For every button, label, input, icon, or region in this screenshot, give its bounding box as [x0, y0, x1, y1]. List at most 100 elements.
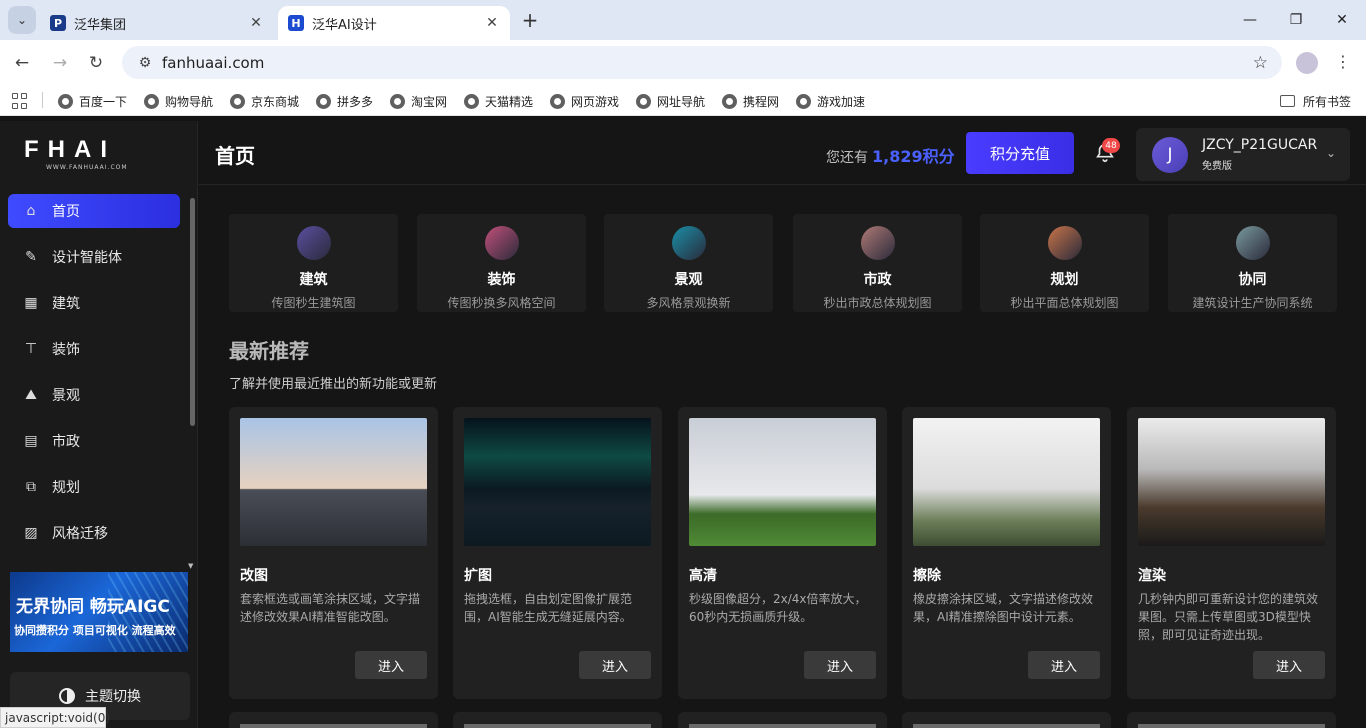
category-tile[interactable]: 规划 秒出平面总体规划图 [980, 214, 1149, 312]
browser-tab-fanhua-ai[interactable]: H 泛华AI设计 ✕ [278, 6, 510, 40]
feature-card[interactable]: 擦除 橡皮擦涂抹区域，文字描述修改效果，AI精准擦除图中设计元素。 进入 [902, 407, 1111, 699]
bookmark-item[interactable]: 京东商城 [230, 90, 299, 112]
enter-button[interactable]: 进入 [1253, 651, 1325, 679]
fhai-logo[interactable]: FHAI WWW.FANHUAAI.COM [24, 138, 148, 172]
all-bookmarks-button[interactable]: 所有书签 [1280, 90, 1351, 112]
url-text[interactable]: fanhuaai.com [162, 54, 264, 72]
sidebar-item-home[interactable]: ⌂ 首页 [8, 194, 180, 228]
bookmark-item[interactable]: 淘宝网 [390, 90, 447, 112]
profile-avatar-icon[interactable] [1296, 52, 1318, 74]
plan-label: 免费版 [1202, 161, 1232, 172]
sidebar-item-label: 市政 [52, 434, 80, 450]
sidebar-item-architecture[interactable]: ▦ 建筑 [8, 286, 180, 320]
theme-contrast-icon [59, 688, 75, 704]
bookmark-label: 网址导航 [657, 94, 706, 109]
globe-icon [390, 93, 405, 109]
sidebar-item-label: 建筑 [52, 296, 80, 312]
category-desc: 多风格景观换新 [646, 296, 731, 310]
feature-card[interactable]: 渲染 几秒钟内即可重新设计您的建筑效果图。只需上传草图或3D模型快照，即可见证奇迹… [1127, 407, 1336, 699]
sidebar-item-planning[interactable]: ⧉ 规划 [8, 470, 180, 504]
recharge-credits-button[interactable]: 积分充值 [966, 132, 1074, 174]
close-tab-icon[interactable]: ✕ [484, 15, 500, 31]
status-bar-url: javascript:void(0) [0, 707, 110, 728]
folder-icon [1280, 95, 1295, 107]
bookmark-item[interactable]: 拼多多 [316, 90, 373, 112]
home-icon: ⌂ [26, 203, 36, 219]
feature-card[interactable]: 改图套索框选或画笔涂抹区域，文字描述修改效果AI精准智能改图。进入 [229, 407, 438, 699]
category-tile[interactable]: 景观 多风格景观换新 [604, 214, 773, 312]
apps-grid-icon[interactable] [12, 93, 28, 109]
category-icon [296, 226, 331, 260]
sidebar-item-landscape[interactable]: ⛰ 景观 [8, 378, 180, 412]
forward-arrow-icon[interactable]: → [48, 51, 72, 75]
bookmark-item[interactable]: 百度一下 [58, 90, 127, 112]
close-window-icon[interactable]: ✕ [1330, 8, 1354, 32]
category-icon [484, 226, 519, 260]
user-menu[interactable]: J JZCY_P21GUCAR 免费版 ⌄ [1136, 128, 1350, 181]
enter-button[interactable]: 进入 [355, 651, 427, 679]
next-row-card[interactable] [229, 712, 438, 728]
bookmarks-divider [42, 92, 43, 108]
page-title: 首页 [215, 144, 255, 168]
category-tile[interactable]: 市政 秒出市政总体规划图 [793, 214, 962, 312]
category-tile[interactable]: 协同 建筑设计生产协同系统 [1168, 214, 1337, 312]
credits-value: 1,829积分 [872, 147, 955, 166]
feature-preview-image [240, 418, 427, 546]
sidebar-item-design-agent[interactable]: ✎ 设计智能体 [8, 240, 180, 274]
reload-icon[interactable]: ↻ [84, 51, 108, 75]
sidebar-item-municipal[interactable]: ▤ 市政 [8, 424, 180, 458]
sidebar-item-decoration[interactable]: ⊤ 装饰 [8, 332, 180, 366]
new-tab-button[interactable]: + [518, 8, 542, 32]
credits-balance: 您还有 1,829积分 [826, 143, 955, 167]
category-tile[interactable]: 建筑 传图秒生建筑图 [229, 214, 398, 312]
browser-menu-icon[interactable]: ⋮ [1334, 52, 1352, 74]
theme-toggle-label: 主题切换 [85, 689, 141, 705]
category-tile[interactable]: 装饰 传图秒换多风格空间 [417, 214, 586, 312]
category-icon [1047, 226, 1082, 260]
next-row-card[interactable] [902, 712, 1111, 728]
edit-doc-icon: ✎ [25, 249, 37, 265]
globe-icon [58, 93, 73, 109]
sidebar-scrollbar-thumb[interactable] [190, 198, 195, 426]
feature-preview-image [689, 418, 876, 546]
site-settings-icon[interactable]: ⚙ [132, 55, 158, 71]
enter-button[interactable]: 进入 [579, 651, 651, 679]
category-desc: 秒出市政总体规划图 [823, 296, 932, 310]
feature-desc: 套索框选或画笔涂抹区域，文字描述修改效果AI精准智能改图。 [240, 592, 421, 624]
restore-window-icon[interactable]: ❐ [1284, 8, 1308, 32]
feature-card[interactable]: 高清 秒级图像超分，2x/4x倍率放大，60秒内无损画质升级。 进入 [678, 407, 887, 699]
bookmark-star-icon[interactable]: ☆ [1253, 53, 1268, 73]
bookmark-item[interactable]: 网页游戏 [550, 90, 619, 112]
close-tab-icon[interactable]: ✕ [248, 15, 264, 31]
bookmark-item[interactable]: 携程网 [722, 90, 779, 112]
promo-banner[interactable]: 无界协同 畅玩AIGC 协同攒积分 项目可视化 流程高效 [10, 572, 188, 652]
logo-text: FHAI [24, 136, 116, 163]
next-row-card[interactable] [453, 712, 662, 728]
feature-title: 改图 [240, 568, 268, 584]
category-name: 建筑 [299, 272, 328, 288]
bookmark-item[interactable]: 游戏加速 [796, 90, 865, 112]
scroll-down-arrow-icon[interactable]: ▼ [188, 562, 196, 570]
bookmark-label: 携程网 [743, 94, 780, 109]
bookmark-label: 京东商城 [251, 94, 300, 109]
tab-search-button[interactable]: ⌄ [8, 6, 36, 34]
bookmark-item[interactable]: 网址导航 [636, 90, 705, 112]
bookmark-item[interactable]: 天猫精选 [464, 90, 533, 112]
category-desc: 传图秒生建筑图 [271, 296, 356, 310]
category-name: 协同 [1238, 272, 1267, 288]
back-arrow-icon[interactable]: ← [10, 51, 34, 75]
bookmark-item[interactable]: 购物导航 [144, 90, 213, 112]
next-row-card[interactable] [678, 712, 887, 728]
feature-card[interactable]: 扩图 拖拽选框，自由划定图像扩展范围，AI智能生成无缝延展内容。 进入 [453, 407, 662, 699]
enter-button[interactable]: 进入 [804, 651, 876, 679]
feature-desc: 几秒钟内即可重新设计您的建筑效果图。只需上传草图或3D模型快照，即可见证奇迹出现… [1138, 592, 1319, 642]
bookmark-label: 拼多多 [337, 94, 374, 109]
enter-button[interactable]: 进入 [1028, 651, 1100, 679]
browser-tab-fanhua-group[interactable]: P 泛华集团 ✕ [40, 6, 274, 40]
next-row-card[interactable] [1127, 712, 1336, 728]
minimize-window-icon[interactable]: — [1238, 8, 1262, 32]
sidebar-item-style-transfer[interactable]: ▨ 风格迁移 [8, 516, 180, 550]
address-bar[interactable]: ⚙ fanhuaai.com ☆ [122, 46, 1282, 79]
globe-icon [636, 93, 651, 109]
feature-desc: 秒级图像超分，2x/4x倍率放大，60秒内无损画质升级。 [689, 592, 867, 624]
